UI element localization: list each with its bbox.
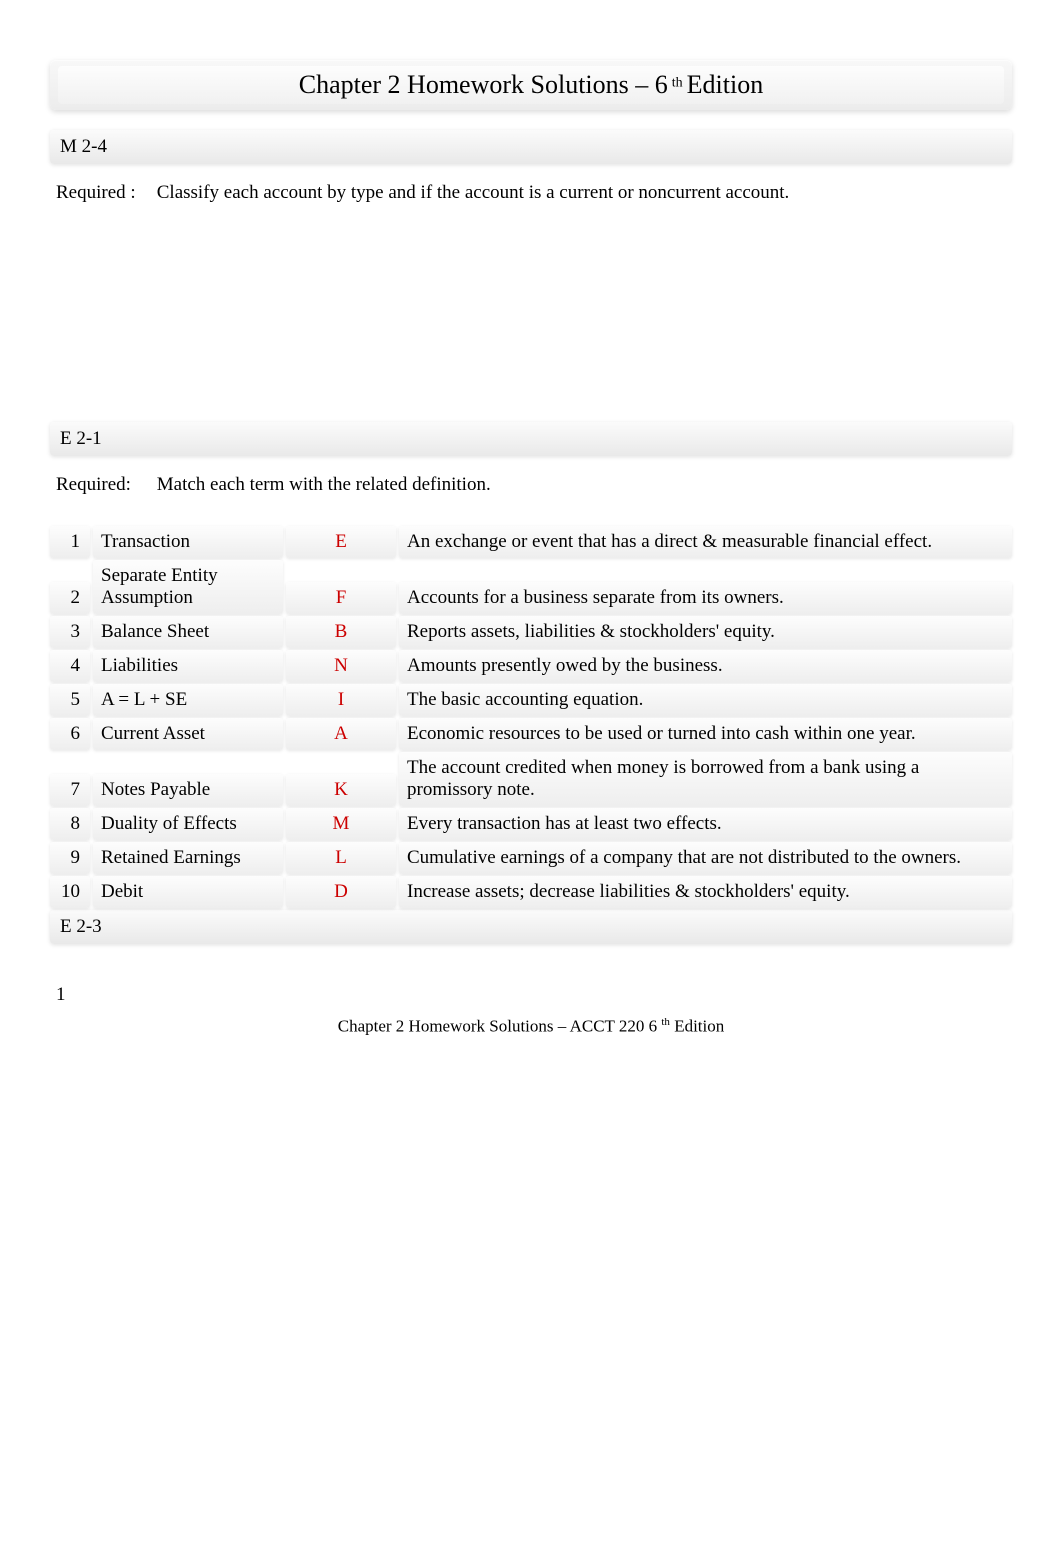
row-letter: I bbox=[286, 684, 396, 716]
match-table: 1 Transaction E An exchange or event tha… bbox=[50, 526, 1012, 908]
row-number: 6 bbox=[50, 718, 90, 750]
section-heading-m24: M 2-4 bbox=[50, 130, 1012, 164]
section-heading-e21: E 2-1 bbox=[50, 422, 1012, 456]
table-row: 2 Separate Entity Assumption F Accounts … bbox=[50, 560, 1012, 614]
row-letter: B bbox=[286, 616, 396, 648]
table-row: 5 A = L + SE I The basic accounting equa… bbox=[50, 684, 1012, 716]
row-number: 9 bbox=[50, 842, 90, 874]
table-row: 6 Current Asset A Economic resources to … bbox=[50, 718, 1012, 750]
table-row: 1 Transaction E An exchange or event tha… bbox=[50, 526, 1012, 558]
row-letter: M bbox=[286, 808, 396, 840]
table-row: 4 Liabilities N Amounts presently owed b… bbox=[50, 650, 1012, 682]
row-definition: An exchange or event that has a direct &… bbox=[399, 526, 1012, 558]
page-title-suffix: Edition bbox=[687, 70, 764, 99]
footer-sup: th bbox=[661, 1016, 670, 1028]
row-term: Current Asset bbox=[93, 718, 283, 750]
row-term: Separate Entity Assumption bbox=[93, 560, 283, 614]
row-definition: Reports assets, liabilities & stockholde… bbox=[399, 616, 1012, 648]
required-line-e21: Required: Match each term with the relat… bbox=[50, 474, 1012, 496]
required-label-e21: Required: bbox=[56, 474, 152, 496]
required-text-e21: Match each term with the related definit… bbox=[157, 474, 491, 495]
page-title-prefix: Chapter 2 Homework Solutions – 6 bbox=[299, 70, 668, 99]
row-number: 2 bbox=[50, 582, 90, 614]
row-term: Notes Payable bbox=[93, 774, 283, 806]
section-heading-e23: E 2-3 bbox=[50, 910, 1012, 944]
table-row: 7 Notes Payable K The account credited w… bbox=[50, 752, 1012, 806]
required-line-m24: Required : Classify each account by type… bbox=[50, 182, 1012, 204]
row-definition: The account credited when money is borro… bbox=[399, 752, 1012, 806]
page-title-block: Chapter 2 Homework Solutions – 6 th Edit… bbox=[50, 60, 1012, 110]
table-row: 9 Retained Earnings L Cumulative earning… bbox=[50, 842, 1012, 874]
row-definition: Increase assets; decrease liabilities & … bbox=[399, 876, 1012, 908]
row-definition: Amounts presently owed by the business. bbox=[399, 650, 1012, 682]
row-term: A = L + SE bbox=[93, 684, 283, 716]
footer-prefix: Chapter 2 Homework Solutions – ACCT 220 … bbox=[338, 1017, 657, 1036]
row-definition: Economic resources to be used or turned … bbox=[399, 718, 1012, 750]
row-term: Liabilities bbox=[93, 650, 283, 682]
row-term: Retained Earnings bbox=[93, 842, 283, 874]
table-row: 3 Balance Sheet B Reports assets, liabil… bbox=[50, 616, 1012, 648]
row-letter: F bbox=[286, 582, 396, 614]
row-letter: E bbox=[286, 526, 396, 558]
footer-suffix: Edition bbox=[674, 1017, 724, 1036]
row-definition: Every transaction has at least two effec… bbox=[399, 808, 1012, 840]
document-content: Chapter 2 Homework Solutions – 6 th Edit… bbox=[50, 60, 1012, 1037]
page-footer: Chapter 2 Homework Solutions – ACCT 220 … bbox=[50, 1016, 1012, 1037]
row-number: 3 bbox=[50, 616, 90, 648]
blank-space bbox=[50, 222, 1012, 422]
row-number: 8 bbox=[50, 808, 90, 840]
row-number: 10 bbox=[50, 876, 90, 908]
row-letter: A bbox=[286, 718, 396, 750]
row-letter: N bbox=[286, 650, 396, 682]
table-row: 10 Debit D Increase assets; decrease lia… bbox=[50, 876, 1012, 908]
row-definition: The basic accounting equation. bbox=[399, 684, 1012, 716]
row-term: Balance Sheet bbox=[93, 616, 283, 648]
row-number: 4 bbox=[50, 650, 90, 682]
row-number: 1 bbox=[50, 526, 90, 558]
row-number: 5 bbox=[50, 684, 90, 716]
required-text-m24: Classify each account by type and if the… bbox=[157, 182, 790, 203]
page-title-sup: th bbox=[672, 76, 683, 91]
table-row: 8 Duality of Effects M Every transaction… bbox=[50, 808, 1012, 840]
page-title-inner: Chapter 2 Homework Solutions – 6 th Edit… bbox=[58, 66, 1004, 104]
row-term: Transaction bbox=[93, 526, 283, 558]
row-letter: L bbox=[286, 842, 396, 874]
row-letter: K bbox=[286, 774, 396, 806]
row-term: Debit bbox=[93, 876, 283, 908]
row-definition: Accounts for a business separate from it… bbox=[399, 582, 1012, 614]
required-label-m24: Required : bbox=[56, 182, 152, 204]
row-definition: Cumulative earnings of a company that ar… bbox=[399, 842, 1012, 874]
row-letter: D bbox=[286, 876, 396, 908]
page-number: 1 bbox=[50, 984, 1012, 1006]
row-term: Duality of Effects bbox=[93, 808, 283, 840]
row-number: 7 bbox=[50, 774, 90, 806]
